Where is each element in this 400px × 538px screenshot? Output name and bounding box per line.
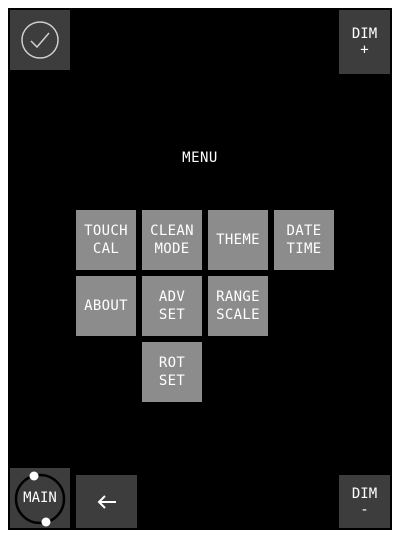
touch-cal-label-1: TOUCH (84, 223, 128, 239)
dim-minus-button[interactable]: DIM - (339, 475, 390, 528)
range-scale-button[interactable]: RANGE SCALE (208, 276, 268, 336)
theme-button[interactable]: THEME (208, 210, 268, 270)
clean-mode-label-1: CLEAN (150, 223, 194, 239)
confirm-button[interactable] (10, 10, 70, 70)
range-scale-label-1: RANGE (216, 289, 260, 305)
device-screen: DIM + MENU TOUCH CAL CLEAN MODE THEME DA… (8, 8, 392, 530)
main-label: MAIN (23, 490, 57, 506)
dim-plus-sign: + (360, 42, 369, 58)
about-label: ABOUT (84, 298, 128, 314)
arrow-left-icon (97, 494, 116, 509)
check-circle-icon (21, 21, 59, 59)
dim-minus-label: DIM (351, 485, 378, 502)
rot-set-label-1: ROT (158, 355, 186, 371)
rot-set-label-2: SET (158, 373, 186, 389)
dim-plus-label: DIM (351, 26, 378, 42)
touch-cal-button[interactable]: TOUCH CAL (76, 210, 136, 270)
adv-set-label-1: ADV (158, 289, 186, 305)
date-time-button[interactable]: DATE TIME (274, 210, 334, 270)
range-scale-label-2: SCALE (216, 307, 260, 323)
rot-set-button[interactable]: ROT SET (142, 342, 202, 402)
adv-set-label-2: SET (158, 307, 186, 323)
menu-title: MENU (182, 150, 218, 166)
date-time-label-1: DATE (286, 223, 322, 239)
dim-plus-button[interactable]: DIM + (339, 10, 390, 74)
touch-cal-label-2: CAL (92, 241, 120, 257)
about-button[interactable]: ABOUT (76, 276, 136, 336)
date-time-label-2: TIME (286, 241, 322, 257)
clean-mode-label-2: MODE (154, 241, 190, 257)
adv-set-button[interactable]: ADV SET (142, 276, 202, 336)
dim-minus-sign: - (360, 501, 369, 518)
main-button[interactable]: MAIN (10, 468, 70, 528)
back-button[interactable] (76, 475, 137, 528)
clean-mode-button[interactable]: CLEAN MODE (142, 210, 202, 270)
theme-label: THEME (216, 232, 260, 248)
